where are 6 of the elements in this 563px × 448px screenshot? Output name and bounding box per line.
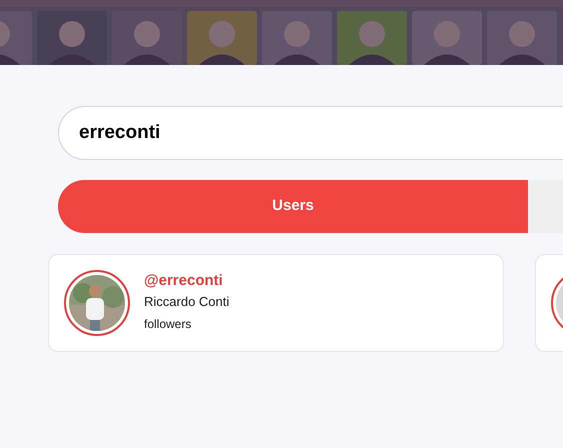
- username: @erreconti: [144, 271, 224, 291]
- user-card[interactable]: @erreconti Riccardo Conti followers: [48, 254, 504, 352]
- full-name: Riccardo Conti: [144, 293, 230, 311]
- followers-label: followers: [144, 316, 192, 333]
- tab[interactable]: Users: [58, 180, 528, 233]
- search-field[interactable]: erreconti: [58, 106, 563, 160]
